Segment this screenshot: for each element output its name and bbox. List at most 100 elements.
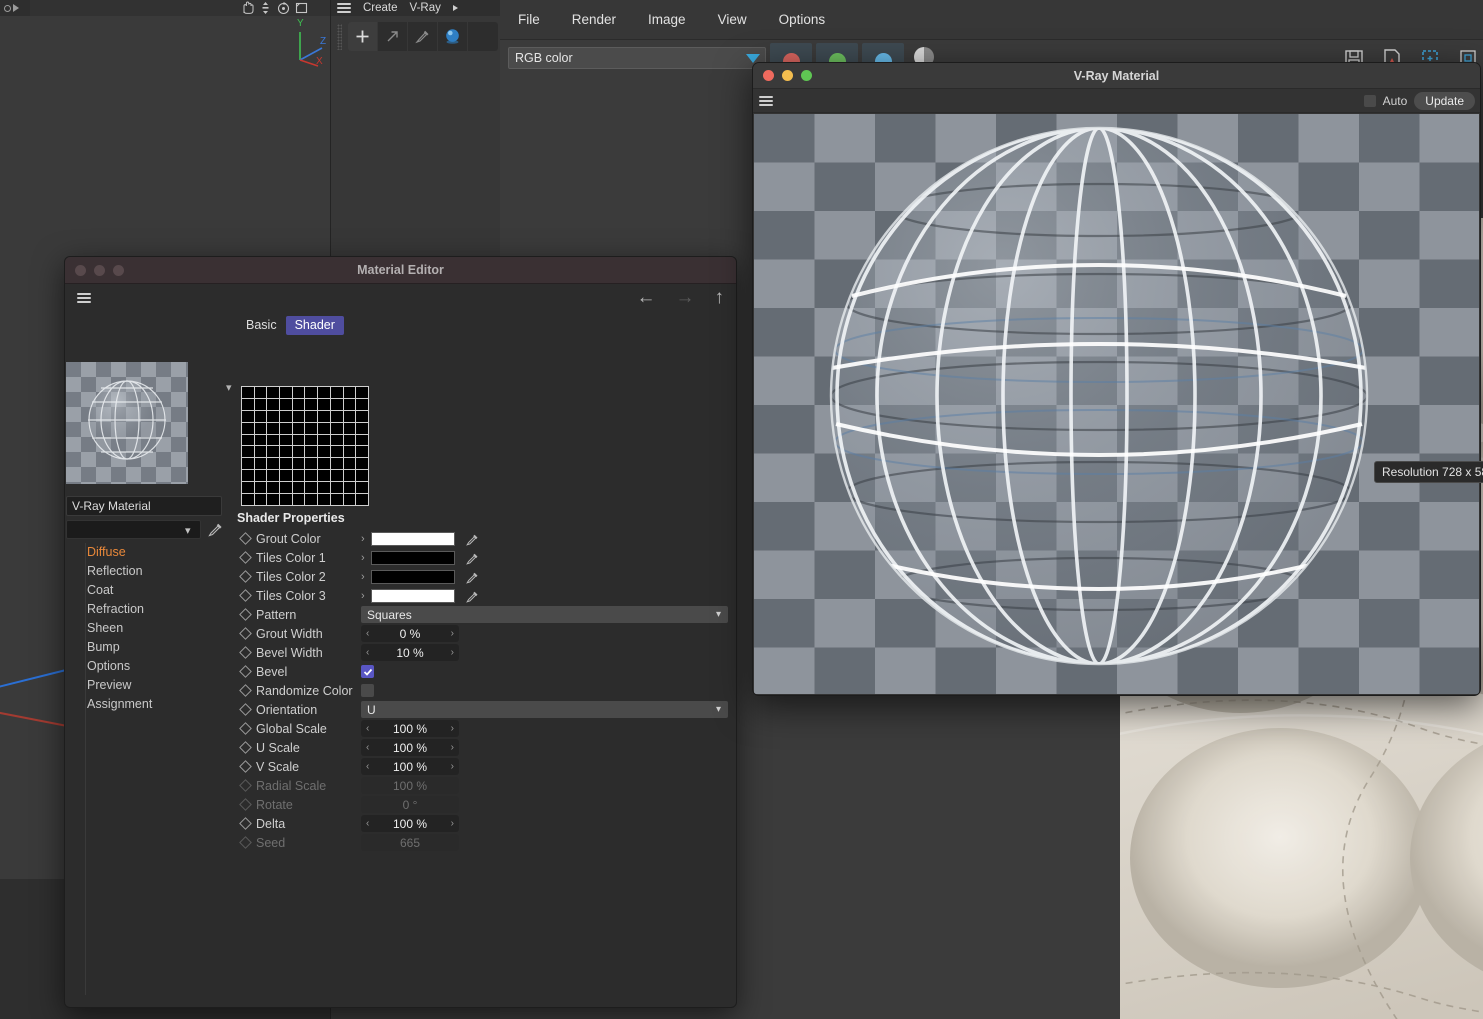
spinner-decrement-icon[interactable]: ‹ xyxy=(366,647,369,658)
maximize-button[interactable] xyxy=(113,264,124,276)
property-spinner[interactable]: ‹ 100 % › xyxy=(361,758,459,775)
material-editor-titlebar[interactable]: Material Editor xyxy=(65,257,736,284)
property-spinner[interactable]: ‹ 100 % › xyxy=(361,739,459,756)
chevron-right-icon[interactable]: › xyxy=(361,552,371,564)
arrow-left-icon[interactable]: ← xyxy=(637,288,656,307)
eyedropper-icon[interactable] xyxy=(465,569,481,585)
eyedropper-icon[interactable] xyxy=(465,588,481,604)
property-keyframe-diamond-icon[interactable] xyxy=(239,798,252,811)
panel-drag-dots[interactable] xyxy=(337,24,342,50)
vray-window-titlebar[interactable]: V-Ray Material xyxy=(753,63,1480,89)
zoom-icon[interactable] xyxy=(258,1,273,15)
section-item-sheen[interactable]: Sheen xyxy=(87,619,227,638)
property-keyframe-diamond-icon[interactable] xyxy=(239,627,252,640)
material-editor-window[interactable]: Material Editor ← → ↑ V-Ray Material ▾ D… xyxy=(64,256,737,1008)
menu-item-vray[interactable]: V-Ray xyxy=(410,2,441,14)
property-keyframe-diamond-icon[interactable] xyxy=(239,570,252,583)
vray-material-render-window[interactable]: V-Ray Material Auto Update xyxy=(752,62,1481,696)
property-keyframe-diamond-icon[interactable] xyxy=(239,703,252,716)
property-spinner[interactable]: ‹ 100 % › xyxy=(361,720,459,737)
hamburger-icon[interactable] xyxy=(337,3,351,13)
section-item-bump[interactable]: Bump xyxy=(87,638,227,657)
section-item-reflection[interactable]: Reflection xyxy=(87,562,227,581)
spinner-increment-icon[interactable]: › xyxy=(451,761,454,772)
eyedropper-icon[interactable] xyxy=(207,519,225,538)
spinner-increment-icon[interactable]: › xyxy=(451,818,454,829)
property-keyframe-diamond-icon[interactable] xyxy=(239,608,252,621)
preview-sphere-icon[interactable] xyxy=(438,22,468,51)
property-keyframe-diamond-icon[interactable] xyxy=(239,551,252,564)
property-keyframe-diamond-icon[interactable] xyxy=(239,741,252,754)
section-item-assignment[interactable]: Assignment xyxy=(87,695,227,714)
color-swatch[interactable] xyxy=(371,569,455,584)
auto-update-checkbox[interactable] xyxy=(1363,94,1376,107)
property-dropdown[interactable]: U ▾ xyxy=(361,701,728,718)
menu-overflow-arrow-icon[interactable] xyxy=(452,5,458,11)
spinner-decrement-icon[interactable]: ‹ xyxy=(366,742,369,753)
property-keyframe-diamond-icon[interactable] xyxy=(239,684,252,697)
material-name-field[interactable]: V-Ray Material xyxy=(66,496,222,516)
pan-icon[interactable] xyxy=(240,1,255,15)
menu-item-options[interactable]: Options xyxy=(779,12,826,27)
minimize-button[interactable] xyxy=(94,264,105,276)
property-checkbox[interactable] xyxy=(361,665,374,678)
color-swatch[interactable] xyxy=(371,550,455,565)
menu-item-create[interactable]: Create xyxy=(363,2,398,14)
spinner-increment-icon[interactable]: › xyxy=(451,628,454,639)
property-spinner[interactable]: ‹ 0 % › xyxy=(361,625,459,642)
property-keyframe-diamond-icon[interactable] xyxy=(239,817,252,830)
close-button[interactable] xyxy=(75,264,86,276)
property-keyframe-diamond-icon[interactable] xyxy=(239,532,252,545)
section-item-refraction[interactable]: Refraction xyxy=(87,600,227,619)
frame-icon[interactable] xyxy=(294,1,309,15)
chevron-down-icon[interactable]: ▾ xyxy=(185,524,191,537)
section-item-preview[interactable]: Preview xyxy=(87,676,227,695)
chevron-right-icon[interactable]: › xyxy=(361,571,371,583)
property-spinner[interactable]: ‹ 10 % › xyxy=(361,644,459,661)
material-preview-thumbnail[interactable] xyxy=(66,362,188,484)
hamburger-icon[interactable] xyxy=(759,95,773,106)
orbit-icon[interactable] xyxy=(276,1,291,15)
eyedropper-icon[interactable] xyxy=(465,531,481,547)
section-item-options[interactable]: Options xyxy=(87,657,227,676)
menu-item-image[interactable]: Image xyxy=(648,12,686,27)
property-dropdown[interactable]: Squares ▾ xyxy=(361,606,728,623)
tab-basic[interactable]: Basic xyxy=(237,316,286,335)
spinner-increment-icon[interactable]: › xyxy=(451,647,454,658)
chevron-right-icon[interactable]: › xyxy=(361,590,371,602)
spinner-increment-icon[interactable]: › xyxy=(451,742,454,753)
property-checkbox[interactable] xyxy=(361,684,374,697)
pattern-preview-grid[interactable] xyxy=(241,386,369,506)
color-swatch[interactable] xyxy=(371,588,455,603)
hamburger-icon[interactable] xyxy=(77,292,91,303)
arrow-up-icon[interactable]: ↑ xyxy=(715,288,725,307)
blank-tool[interactable] xyxy=(468,22,498,51)
menu-item-view[interactable]: View xyxy=(718,12,747,27)
update-button[interactable]: Update xyxy=(1414,91,1475,110)
spinner-decrement-icon[interactable]: ‹ xyxy=(366,628,369,639)
spinner-increment-icon[interactable]: › xyxy=(451,723,454,734)
section-item-coat[interactable]: Coat xyxy=(87,581,227,600)
chevron-down-icon[interactable]: ▾ xyxy=(226,381,232,394)
color-swatch[interactable] xyxy=(371,531,455,546)
property-keyframe-diamond-icon[interactable] xyxy=(239,589,252,602)
material-subtype-field[interactable] xyxy=(66,520,201,539)
eyedropper-icon[interactable] xyxy=(465,550,481,566)
property-keyframe-diamond-icon[interactable] xyxy=(239,760,252,773)
apply-material-icon[interactable] xyxy=(378,22,408,51)
spinner-decrement-icon[interactable]: ‹ xyxy=(366,818,369,829)
property-keyframe-diamond-icon[interactable] xyxy=(239,779,252,792)
menu-item-render[interactable]: Render xyxy=(572,12,616,27)
spinner-decrement-icon[interactable]: ‹ xyxy=(366,723,369,734)
arrow-right-icon[interactable]: → xyxy=(676,288,695,307)
pick-material-icon[interactable] xyxy=(408,22,438,51)
channel-select[interactable]: RGB color xyxy=(508,47,766,69)
property-keyframe-diamond-icon[interactable] xyxy=(239,722,252,735)
tab-shader[interactable]: Shader xyxy=(285,316,344,335)
add-material-icon[interactable] xyxy=(348,22,378,51)
vray-render-canvas[interactable] xyxy=(754,114,1479,694)
chevron-right-icon[interactable]: › xyxy=(361,533,371,545)
viewport-corner-widget[interactable] xyxy=(0,0,30,16)
property-spinner[interactable]: ‹ 100 % › xyxy=(361,815,459,832)
spinner-decrement-icon[interactable]: ‹ xyxy=(366,761,369,772)
